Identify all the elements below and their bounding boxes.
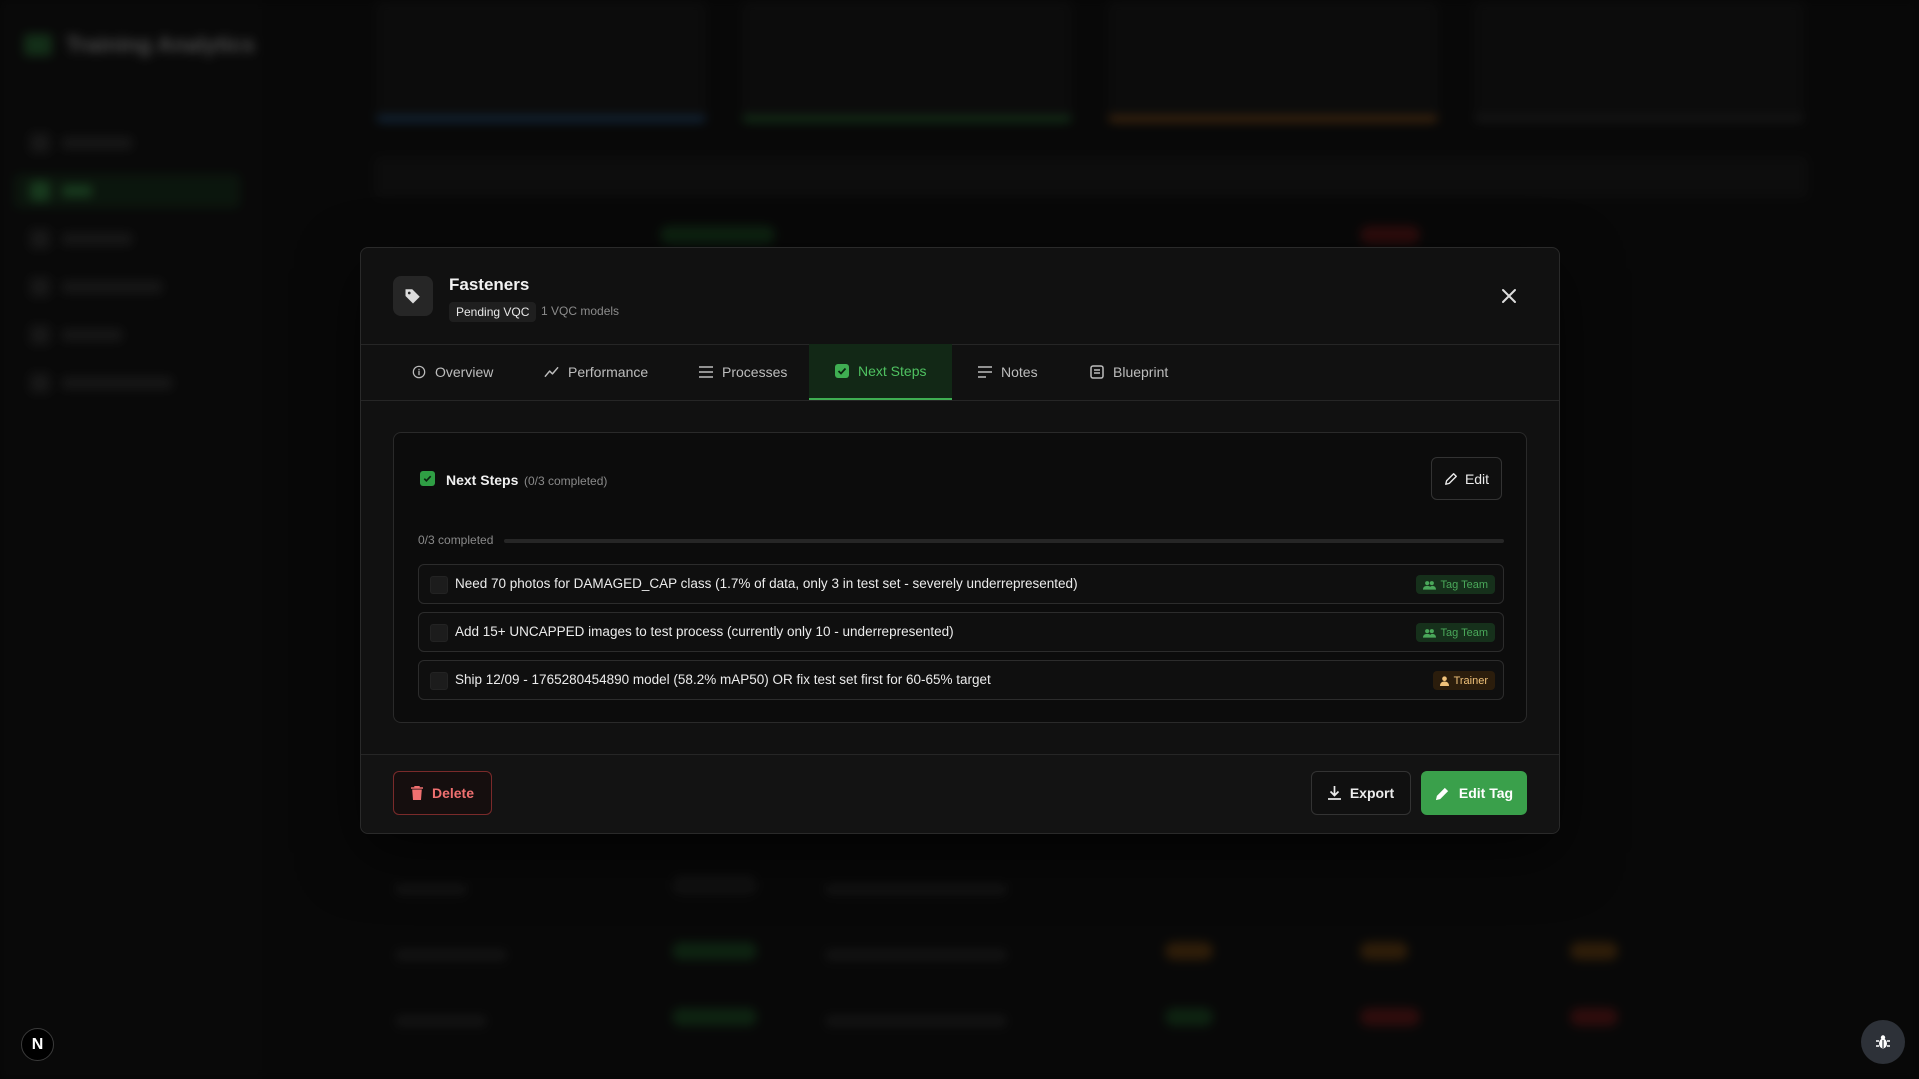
assignee-label: Tag Team [1440, 578, 1489, 591]
tab-label: Blueprint [1113, 364, 1169, 380]
dev-tools-badge[interactable]: N [21, 1028, 54, 1061]
tab-label: Notes [1001, 364, 1038, 380]
pencil-icon [1444, 472, 1457, 485]
vqc-models-count: 1 VQC models [541, 304, 620, 318]
step-checkbox[interactable] [430, 672, 448, 690]
export-label: Export [1349, 785, 1395, 801]
tab-label: Processes [722, 364, 788, 380]
tab-label: Overview [435, 364, 494, 380]
tab-overview[interactable]: Overview [412, 344, 493, 400]
delete-label: Delete [431, 785, 475, 801]
tab-next-steps[interactable]: Next Steps [809, 344, 952, 400]
tag-icon [393, 276, 433, 316]
progress-label: 0/3 completed [418, 533, 494, 547]
modal-header: Fasteners Pending VQC 1 VQC models [361, 248, 1559, 345]
step-checkbox[interactable] [430, 624, 448, 642]
modal-tabs: Overview Performance Processes Next Step… [361, 344, 1559, 401]
info-circle-icon [412, 365, 426, 379]
assignee-badge: Trainer [1432, 671, 1495, 690]
tab-performance[interactable]: Performance [544, 344, 648, 400]
tab-label: Next Steps [858, 363, 927, 379]
modal-footer: Delete Export Edit Tag [361, 754, 1559, 833]
users-icon [1422, 628, 1436, 638]
debug-button[interactable] [1861, 1020, 1905, 1064]
trend-line-icon [544, 366, 559, 378]
next-steps-panel: Next Steps (0/3 completed) Edit 0/3 comp… [393, 432, 1527, 723]
assignee-badge: Tag Team [1415, 623, 1495, 642]
trash-icon [410, 786, 423, 800]
edit-tag-label: Edit Tag [1458, 785, 1514, 801]
step-text: Need 70 photos for DAMAGED_CAP class (1.… [455, 576, 1078, 591]
next-step-item: Ship 12/09 - 1765280454890 model (58.2% … [418, 660, 1504, 700]
edit-steps-button[interactable]: Edit [1431, 457, 1502, 500]
check-square-icon [420, 471, 435, 486]
assignee-label: Tag Team [1440, 626, 1489, 639]
status-badge: Pending VQC [449, 302, 537, 322]
step-text: Ship 12/09 - 1765280454890 model (58.2% … [455, 672, 991, 687]
next-steps-completed-count: (0/3 completed) [524, 474, 608, 488]
next-steps-title: Next Steps [446, 472, 519, 488]
export-button[interactable]: Export [1311, 771, 1411, 815]
pencil-icon [1435, 787, 1449, 800]
user-icon [1439, 675, 1449, 686]
edit-tag-button[interactable]: Edit Tag [1421, 771, 1527, 815]
assignee-label: Trainer [1453, 674, 1488, 687]
modal-title: Fasteners [449, 275, 530, 294]
edit-label: Edit [1464, 470, 1490, 487]
notes-lines-icon [978, 366, 992, 378]
users-icon [1422, 580, 1436, 590]
download-icon [1327, 786, 1341, 800]
tab-notes[interactable]: Notes [978, 344, 1038, 400]
tab-blueprint[interactable]: Blueprint [1090, 344, 1168, 400]
progress-bar [504, 539, 1504, 543]
delete-button[interactable]: Delete [393, 771, 492, 815]
check-square-icon [835, 364, 849, 378]
next-step-item: Add 15+ UNCAPPED images to test process … [418, 612, 1504, 652]
tab-label: Performance [568, 364, 649, 380]
assignee-badge: Tag Team [1415, 575, 1495, 594]
bug-icon [1876, 1035, 1890, 1049]
list-icon [699, 366, 713, 378]
close-icon [1502, 289, 1516, 303]
next-step-item: Need 70 photos for DAMAGED_CAP class (1.… [418, 564, 1504, 604]
step-checkbox[interactable] [430, 576, 448, 594]
tag-detail-modal: Fasteners Pending VQC 1 VQC models Overv… [360, 247, 1560, 834]
blueprint-icon [1090, 365, 1104, 379]
tab-processes[interactable]: Processes [699, 344, 787, 400]
step-text: Add 15+ UNCAPPED images to test process … [455, 624, 954, 639]
close-button[interactable] [1499, 286, 1519, 306]
